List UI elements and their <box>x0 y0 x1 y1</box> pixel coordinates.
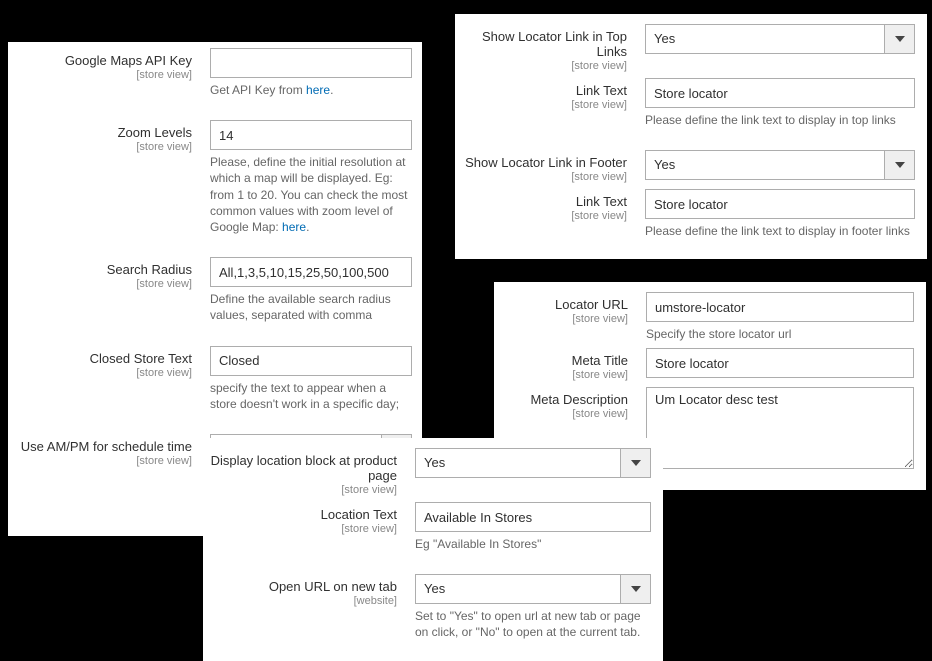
label-zoom: Zoom Levels [store view] <box>8 120 210 153</box>
zoom-hint: Please, define the initial resolution at… <box>210 154 412 235</box>
api-key-hint: Get API Key from here. <box>210 82 412 98</box>
closed-hint: specify the text to appear when a store … <box>210 380 412 412</box>
label-foot-text: Link Text [store view] <box>455 189 645 222</box>
radius-input[interactable] <box>210 257 412 287</box>
display-select[interactable]: Yes <box>415 448 651 478</box>
zoom-link[interactable]: here <box>282 220 306 234</box>
api-key-input[interactable] <box>210 48 412 78</box>
row-top-text: Link Text [store view] Please define the… <box>455 78 915 128</box>
url-hint: Specify the store locator url <box>646 326 914 342</box>
open-url-select[interactable]: Yes <box>415 574 651 604</box>
chevron-down-icon <box>884 25 914 53</box>
meta-desc-textarea[interactable]: Um Locator desc test <box>646 387 914 469</box>
foot-link-select[interactable]: Yes <box>645 150 915 180</box>
label-closed: Closed Store Text [store view] <box>8 346 210 379</box>
label-location-text: Location Text [store view] <box>203 502 415 535</box>
product-page-panel: Display location block at product page [… <box>203 438 663 661</box>
label-meta-title: Meta Title [store view] <box>494 348 646 381</box>
label-open-url: Open URL on new tab [website] <box>203 574 415 607</box>
url-input[interactable] <box>646 292 914 322</box>
closed-input[interactable] <box>210 346 412 376</box>
chevron-down-icon <box>884 151 914 179</box>
label-url: Locator URL [store view] <box>494 292 646 325</box>
row-display: Display location block at product page [… <box>203 448 651 496</box>
foot-text-hint: Please define the link text to display i… <box>645 223 915 239</box>
top-text-hint: Please define the link text to display i… <box>645 112 915 128</box>
label-meta-desc: Meta Description [store view] <box>494 387 646 420</box>
location-text-input[interactable] <box>415 502 651 532</box>
link-settings-panel: Show Locator Link in Top Links [store vi… <box>455 14 927 259</box>
zoom-input[interactable] <box>210 120 412 150</box>
row-url: Locator URL [store view] Specify the sto… <box>494 292 914 342</box>
location-text-hint: Eg "Available In Stores" <box>415 536 651 552</box>
top-link-select[interactable]: Yes <box>645 24 915 54</box>
row-top-link: Show Locator Link in Top Links [store vi… <box>455 24 915 72</box>
top-text-input[interactable] <box>645 78 915 108</box>
label-top-text: Link Text [store view] <box>455 78 645 111</box>
label-top-link: Show Locator Link in Top Links [store vi… <box>455 24 645 72</box>
row-location-text: Location Text [store view] Eg "Available… <box>203 502 651 552</box>
row-radius: Search Radius [store view] Define the av… <box>8 257 412 323</box>
label-api-key: Google Maps API Key [store view] <box>8 48 210 81</box>
row-meta-title: Meta Title [store view] <box>494 348 914 381</box>
meta-title-input[interactable] <box>646 348 914 378</box>
label-display: Display location block at product page [… <box>203 448 415 496</box>
chevron-down-icon <box>620 575 650 603</box>
label-ampm: Use AM/PM for schedule time [store view] <box>8 434 210 467</box>
api-key-link[interactable]: here <box>306 83 330 97</box>
chevron-down-icon <box>620 449 650 477</box>
row-foot-text: Link Text [store view] Please define the… <box>455 189 915 239</box>
label-foot-link: Show Locator Link in Footer [store view] <box>455 150 645 183</box>
row-closed: Closed Store Text [store view] specify t… <box>8 346 412 412</box>
row-api-key: Google Maps API Key [store view] Get API… <box>8 48 412 98</box>
row-open-url: Open URL on new tab [website] Yes Set to… <box>203 574 651 640</box>
label-radius: Search Radius [store view] <box>8 257 210 290</box>
open-url-hint: Set to "Yes" to open url at new tab or p… <box>415 608 651 640</box>
row-zoom: Zoom Levels [store view] Please, define … <box>8 120 412 235</box>
foot-text-input[interactable] <box>645 189 915 219</box>
row-foot-link: Show Locator Link in Footer [store view]… <box>455 150 915 183</box>
radius-hint: Define the available search radius value… <box>210 291 412 323</box>
